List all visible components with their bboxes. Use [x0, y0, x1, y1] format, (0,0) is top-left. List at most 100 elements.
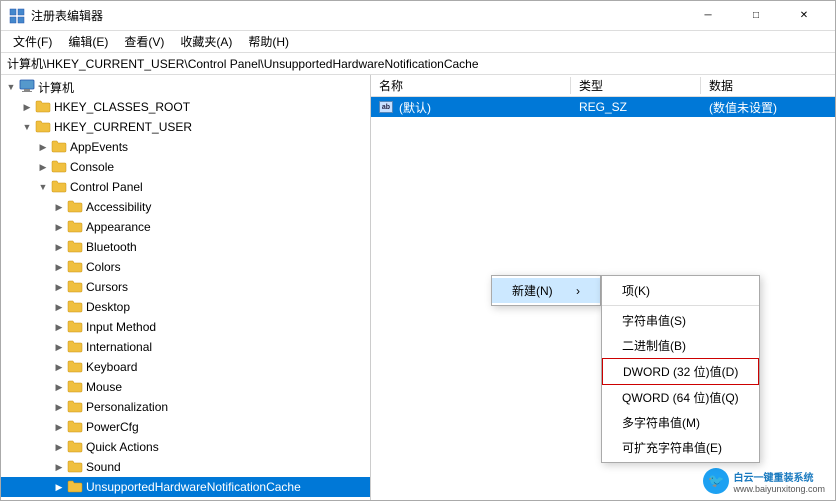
- menu-help[interactable]: 帮助(H): [240, 31, 297, 52]
- tree-item-label: Bluetooth: [86, 240, 137, 254]
- watermark: 🐦 白云一键重装系统 www.baiyunxitong.com: [697, 466, 831, 496]
- maximize-button[interactable]: □: [733, 1, 779, 31]
- tree-item-label: Cursors: [86, 280, 128, 294]
- tree-item-international[interactable]: International: [1, 337, 370, 357]
- tree-item-bluetooth[interactable]: Bluetooth: [1, 237, 370, 257]
- tree-panel[interactable]: 计算机 HKEY_CLASSES_ROOT HKEY_CURRENT_USER: [1, 75, 371, 500]
- tree-item-console[interactable]: Console: [1, 157, 370, 177]
- toggle-sound: [51, 459, 67, 475]
- menu-favorites[interactable]: 收藏夹(A): [172, 31, 240, 52]
- tree-item-label: Appearance: [86, 220, 151, 234]
- ctx-item-label: 字符串值(S): [622, 312, 686, 329]
- tree-item-label: Desktop: [86, 300, 130, 314]
- tree-item-appearance[interactable]: Appearance: [1, 217, 370, 237]
- address-path: 计算机\HKEY_CURRENT_USER\Control Panel\Unsu…: [7, 55, 479, 72]
- table-header: 名称 类型 数据: [371, 75, 835, 97]
- ctx-item-qword[interactable]: QWORD (64 位)值(Q): [602, 385, 759, 410]
- tree-item-powercfg[interactable]: PowerCfg: [1, 417, 370, 437]
- tree-item-mouse[interactable]: Mouse: [1, 377, 370, 397]
- ctx-item-label: 项(K): [622, 282, 650, 299]
- ctx-item-string[interactable]: 字符串值(S): [602, 308, 759, 333]
- tree-item-label: Personalization: [86, 400, 168, 414]
- ctx-new-label: 新建(N): [512, 282, 553, 299]
- address-bar: 计算机\HKEY_CURRENT_USER\Control Panel\Unsu…: [1, 53, 835, 75]
- tree-item-label: AppEvents: [70, 140, 128, 154]
- col-header-type: 类型: [571, 77, 701, 94]
- folder-icon: [51, 139, 67, 156]
- tree-item-label: PowerCfg: [86, 420, 139, 434]
- toggle-inputmethod: [51, 319, 67, 335]
- tree-item-accessibility[interactable]: Accessibility: [1, 197, 370, 217]
- submenu-new: 项(K) 字符串值(S) 二进制值(B) DWORD (32 位)值(D) QW…: [601, 275, 760, 463]
- tree-item-computer[interactable]: 计算机: [1, 77, 370, 97]
- tree-item-inputmethod[interactable]: Input Method: [1, 317, 370, 337]
- close-button[interactable]: ✕: [781, 1, 827, 31]
- ctx-item-label: 多字符串值(M): [622, 414, 700, 431]
- tree-item-label: Keyboard: [86, 360, 137, 374]
- col-header-data: 数据: [701, 77, 835, 94]
- tree-item-hkcr[interactable]: HKEY_CLASSES_ROOT: [1, 97, 370, 117]
- tree-item-label: International: [86, 340, 152, 354]
- table-row[interactable]: ab (默认) REG_SZ (数值未设置): [371, 97, 835, 117]
- tree-item-quickactions[interactable]: Quick Actions: [1, 437, 370, 457]
- tree-item-unsupported[interactable]: UnsupportedHardwareNotificationCache: [1, 477, 370, 497]
- tree-item-personalization[interactable]: Personalization: [1, 397, 370, 417]
- toggle-unsupported: [51, 479, 67, 495]
- window-controls: ─ □ ✕: [685, 1, 827, 31]
- folder-icon: [51, 179, 67, 196]
- folder-icon: [67, 299, 83, 316]
- toggle-controlpanel: [35, 179, 51, 195]
- folder-icon: [67, 279, 83, 296]
- ctx-item-new[interactable]: 新建(N) ›: [492, 278, 600, 303]
- tree-item-label: Accessibility: [86, 200, 151, 214]
- watermark-text: 白云一键重装系统 www.baiyunxitong.com: [733, 469, 825, 494]
- tree-item-sound[interactable]: Sound: [1, 457, 370, 477]
- tree-item-label: HKEY_CURRENT_USER: [54, 120, 192, 134]
- cell-type: REG_SZ: [571, 100, 701, 114]
- tree-item-label: Quick Actions: [86, 440, 159, 454]
- folder-icon: [67, 439, 83, 456]
- tree-item-label: Mouse: [86, 380, 122, 394]
- ctx-item-multistring[interactable]: 多字符串值(M): [602, 410, 759, 435]
- reg-value-name: (默认): [399, 99, 431, 116]
- ctx-item-expandstring[interactable]: 可扩充字符串值(E): [602, 435, 759, 460]
- tree-item-colors[interactable]: Colors: [1, 257, 370, 277]
- tree-item-label: UnsupportedHardwareNotificationCache: [86, 480, 301, 494]
- window-title: 注册表编辑器: [31, 7, 685, 24]
- tree-item-label: Colors: [86, 260, 121, 274]
- menu-edit[interactable]: 编辑(E): [60, 31, 116, 52]
- ctx-item-binary[interactable]: 二进制值(B): [602, 333, 759, 358]
- menu-view[interactable]: 查看(V): [116, 31, 172, 52]
- tree-item-appevents[interactable]: AppEvents: [1, 137, 370, 157]
- watermark-logo: 🐦: [703, 468, 729, 494]
- separator-1: [602, 305, 759, 306]
- ctx-item-dword[interactable]: DWORD (32 位)值(D): [602, 358, 759, 385]
- tree-item-cursors[interactable]: Cursors: [1, 277, 370, 297]
- toggle-hkcr: [19, 99, 35, 115]
- menu-file[interactable]: 文件(F): [5, 31, 60, 52]
- toggle-appevents: [35, 139, 51, 155]
- ctx-new-arrow: ›: [576, 284, 580, 298]
- toggle-console: [35, 159, 51, 175]
- tree-item-desktop[interactable]: Desktop: [1, 297, 370, 317]
- menu-bar: 文件(F) 编辑(E) 查看(V) 收藏夹(A) 帮助(H): [1, 31, 835, 53]
- main-content: 计算机 HKEY_CLASSES_ROOT HKEY_CURRENT_USER: [1, 75, 835, 500]
- folder-icon: [67, 239, 83, 256]
- toggle-bluetooth: [51, 239, 67, 255]
- toggle-mouse: [51, 379, 67, 395]
- tree-item-label: Console: [70, 160, 114, 174]
- tree-item-hkcu[interactable]: HKEY_CURRENT_USER: [1, 117, 370, 137]
- tree-item-controlpanel[interactable]: Control Panel: [1, 177, 370, 197]
- folder-icon: [51, 159, 67, 176]
- toggle-desktop: [51, 299, 67, 315]
- ctx-item-label: QWORD (64 位)值(Q): [622, 389, 739, 406]
- context-menu-overlay: 新建(N) › 项(K) 字符串值(S) 二进制值(B): [371, 75, 835, 500]
- minimize-button[interactable]: ─: [685, 1, 731, 31]
- folder-icon-selected: [67, 479, 83, 496]
- folder-icon-hkcu: [35, 119, 51, 136]
- tree-item-label: 计算机: [38, 79, 74, 96]
- folder-icon: [67, 339, 83, 356]
- tree-item-keyboard[interactable]: Keyboard: [1, 357, 370, 377]
- tree-item-label: HKEY_CLASSES_ROOT: [54, 100, 190, 114]
- ctx-item-key[interactable]: 项(K): [602, 278, 759, 303]
